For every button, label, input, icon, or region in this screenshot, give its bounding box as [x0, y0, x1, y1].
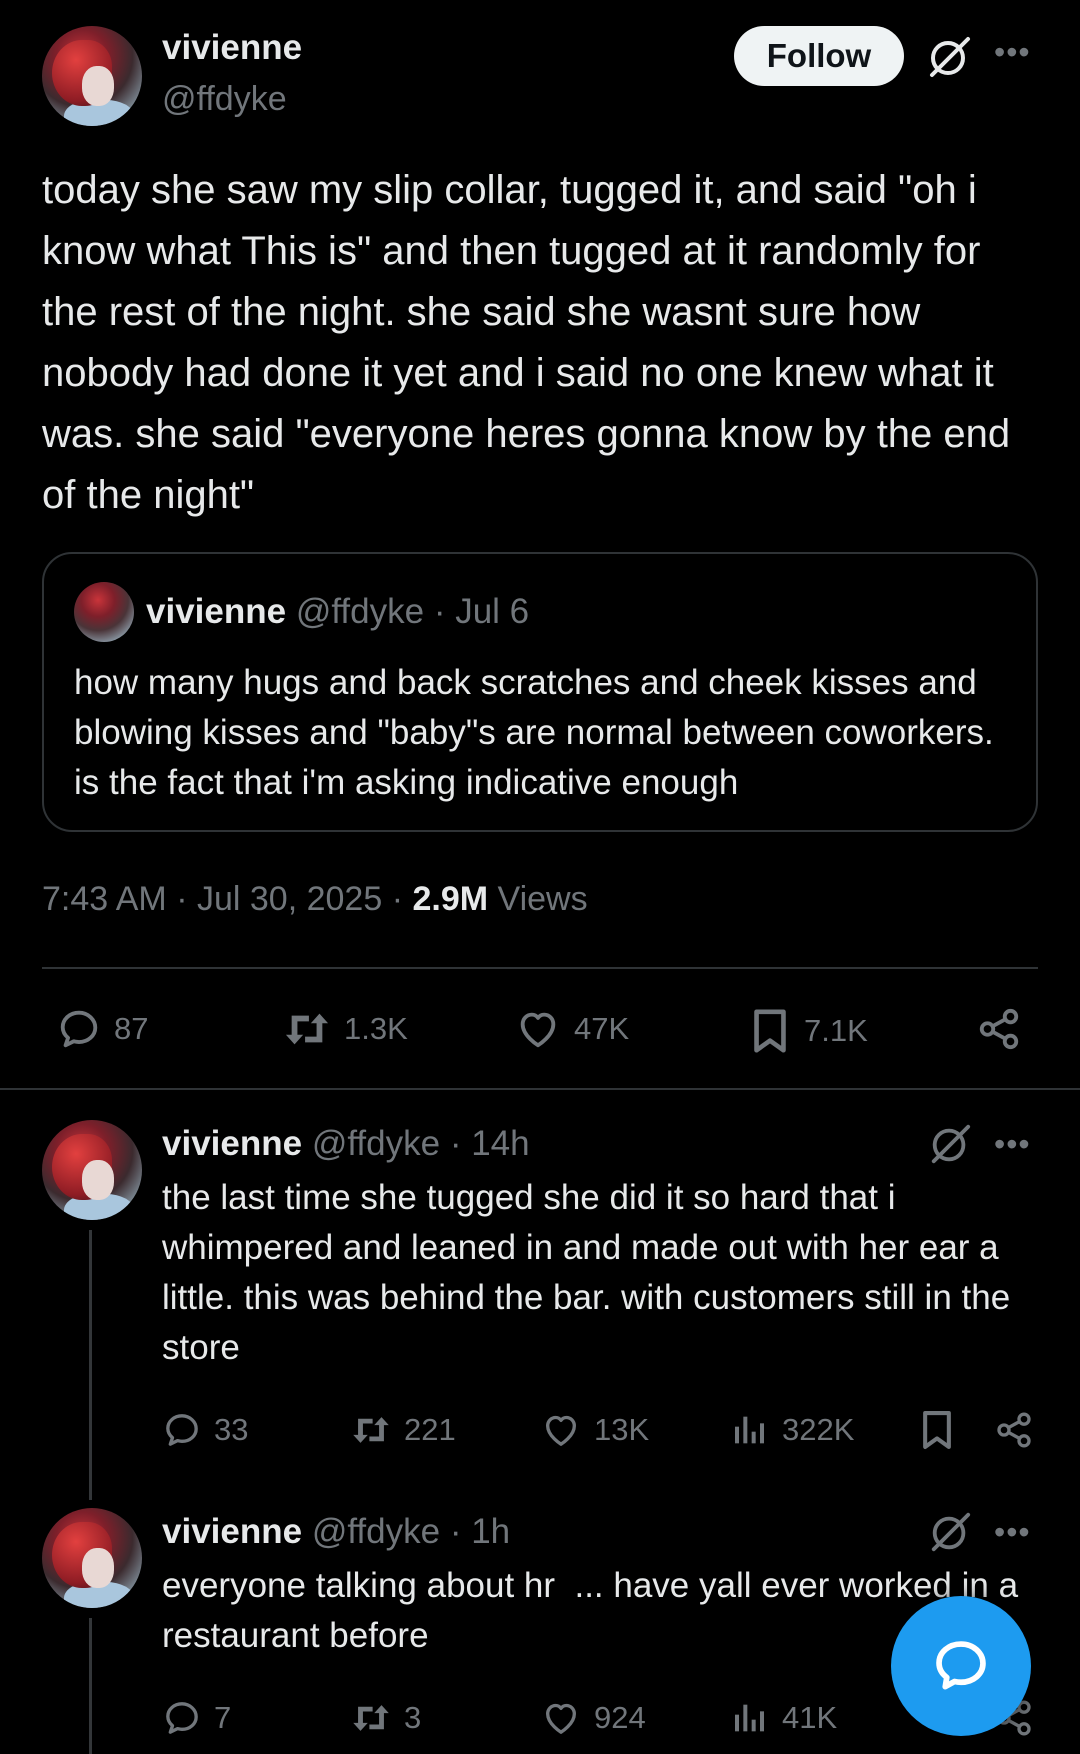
- reply-icon: [166, 1414, 198, 1446]
- views-icon: [735, 1704, 764, 1732]
- author-handle[interactable]: @ffdyke: [312, 1124, 440, 1163]
- share-button[interactable]: [976, 1006, 1022, 1052]
- reply-count: 87: [114, 1011, 149, 1046]
- more-icon[interactable]: •••: [994, 1126, 1031, 1163]
- like-count: 47K: [574, 1011, 630, 1046]
- quoted-tweet-text: how many hugs and back scratches and che…: [74, 663, 994, 802]
- follow-button[interactable]: Follow: [734, 26, 904, 86]
- views-button[interactable]: 41K: [730, 1698, 837, 1738]
- tweet-date[interactable]: Jul 30, 2025: [197, 880, 382, 918]
- like-button[interactable]: 924: [540, 1698, 646, 1738]
- reply-button[interactable]: 33: [162, 1410, 248, 1450]
- more-icon[interactable]: •••: [994, 34, 1031, 71]
- like-icon: [520, 1012, 556, 1048]
- reply-icon: [60, 1010, 98, 1048]
- author-name[interactable]: vivienne: [162, 1512, 302, 1551]
- views-count: 41K: [782, 1700, 838, 1735]
- repost-button[interactable]: 221: [350, 1410, 456, 1450]
- views-count: 2.9M: [412, 880, 489, 918]
- author-handle[interactable]: @ffdyke: [312, 1512, 440, 1551]
- repost-count: 221: [404, 1412, 456, 1447]
- repost-count: 1.3K: [344, 1011, 408, 1046]
- bookmark-button[interactable]: [918, 1408, 956, 1452]
- author-handle: @ffdyke: [295, 592, 425, 631]
- reply-button[interactable]: 87: [56, 1006, 148, 1052]
- repost-icon: [353, 1705, 389, 1731]
- grok-icon[interactable]: [928, 1510, 972, 1554]
- separator: ·: [433, 592, 446, 631]
- share-icon: [979, 1008, 1019, 1050]
- separator: ·: [176, 880, 188, 918]
- separator: ·: [391, 880, 404, 918]
- views-label: Views: [497, 880, 588, 918]
- author-name[interactable]: vivienne: [162, 1124, 302, 1163]
- like-count: 924: [594, 1700, 646, 1735]
- quoted-tweet-header: vivienne @ffdyke · Jul 6: [146, 592, 529, 632]
- reply-age[interactable]: 14h: [471, 1124, 529, 1163]
- bookmark-icon: [754, 1009, 786, 1053]
- tweet-date: Jul 6: [455, 592, 530, 631]
- repost-count: 3: [404, 1700, 422, 1735]
- bookmark-count: 7.1K: [804, 1013, 868, 1048]
- avatar[interactable]: [42, 1508, 142, 1608]
- repost-button[interactable]: 1.3K: [282, 1006, 408, 1052]
- avatar[interactable]: [42, 26, 142, 126]
- share-button[interactable]: [994, 1410, 1034, 1450]
- reply-button[interactable]: 7: [162, 1698, 231, 1738]
- tweet-text: today she saw my slip collar, tugged it,…: [42, 168, 1011, 517]
- thread-line: [89, 1618, 92, 1754]
- views-button[interactable]: 322K: [730, 1410, 854, 1450]
- views-count: 322K: [782, 1412, 855, 1447]
- author-name: vivienne: [146, 592, 287, 631]
- grok-icon[interactable]: [928, 1122, 972, 1166]
- reply-text: the last time she tugged she did it so h…: [162, 1178, 1011, 1367]
- compose-message-button[interactable]: [891, 1596, 1031, 1736]
- reply-age[interactable]: 1h: [471, 1512, 510, 1551]
- reply-header: vivienne @ffdyke · 1h: [162, 1512, 510, 1552]
- reply-count: 7: [214, 1700, 232, 1735]
- avatar: [74, 582, 134, 642]
- like-button[interactable]: 13K: [540, 1410, 649, 1450]
- repost-icon: [353, 1417, 389, 1443]
- reply-header: vivienne @ffdyke · 14h: [162, 1124, 530, 1164]
- bookmark-button[interactable]: 7.1K: [748, 1006, 868, 1056]
- author-name[interactable]: vivienne: [162, 28, 302, 68]
- repost-button[interactable]: 3: [350, 1698, 421, 1738]
- quoted-tweet[interactable]: vivienne @ffdyke · Jul 6 how many hugs a…: [42, 552, 1038, 832]
- compose-message-icon: [936, 1641, 986, 1690]
- more-icon[interactable]: •••: [994, 1514, 1031, 1551]
- reply-count: 33: [214, 1412, 249, 1447]
- like-count: 13K: [594, 1412, 650, 1447]
- repost-icon: [285, 1013, 329, 1045]
- divider: [0, 1088, 1080, 1090]
- separator: ·: [449, 1512, 462, 1551]
- author-handle[interactable]: @ffdyke: [162, 80, 287, 119]
- like-icon: [546, 1703, 576, 1734]
- share-icon: [997, 1412, 1031, 1448]
- tweet-timestamp: 7:43 AM · Jul 30, 2025 · 2.9M Views: [42, 880, 588, 919]
- tweet-time[interactable]: 7:43 AM: [42, 880, 167, 918]
- grok-icon[interactable]: [926, 34, 972, 80]
- views-icon: [735, 1416, 764, 1444]
- like-icon: [546, 1415, 576, 1446]
- like-button[interactable]: 47K: [514, 1006, 629, 1052]
- divider: [42, 967, 1038, 969]
- bookmark-icon: [923, 1411, 951, 1449]
- avatar[interactable]: [42, 1120, 142, 1220]
- reply-icon: [166, 1702, 198, 1734]
- thread-line: [89, 1230, 92, 1500]
- separator: ·: [449, 1124, 462, 1163]
